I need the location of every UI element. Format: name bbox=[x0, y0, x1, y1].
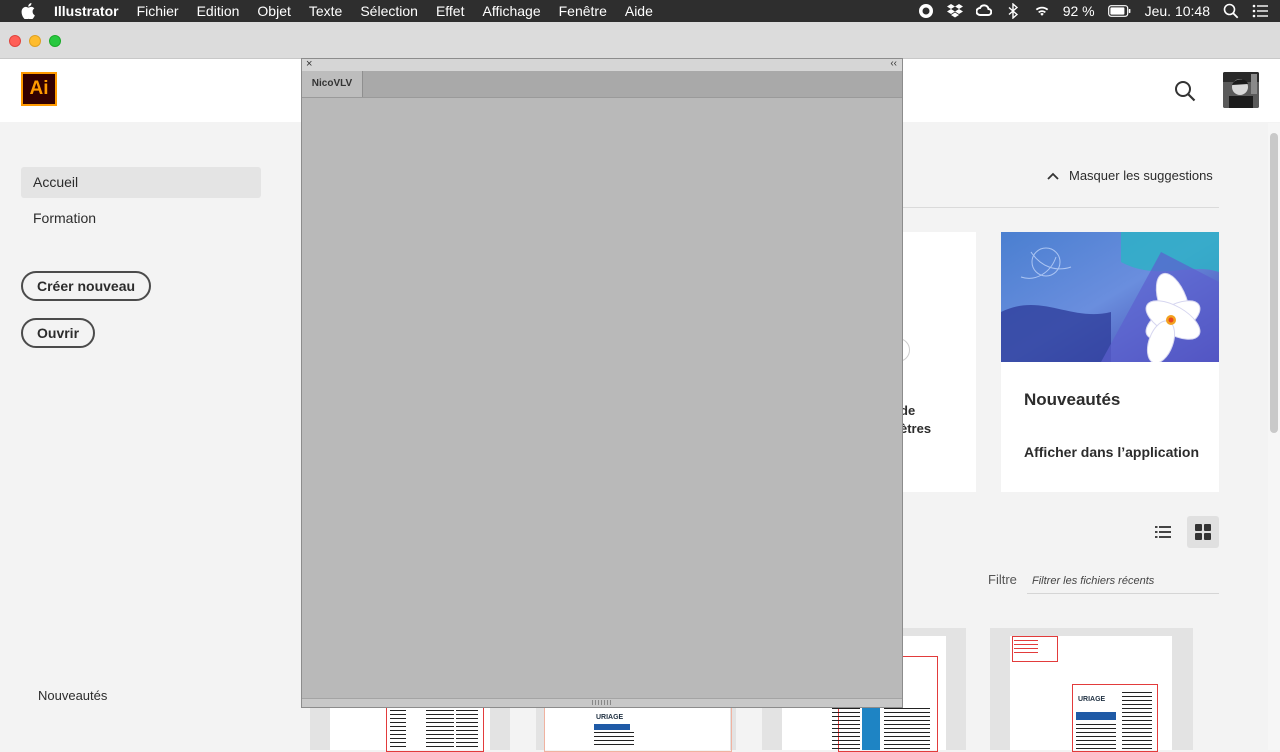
preview-blue-band bbox=[594, 724, 630, 730]
menu-affichage[interactable]: Affichage bbox=[482, 3, 540, 19]
preview-text-block bbox=[832, 708, 860, 750]
hide-suggestions-toggle[interactable]: Masquer les suggestions bbox=[1047, 168, 1213, 183]
scrollbar-thumb[interactable] bbox=[1270, 133, 1278, 433]
divider bbox=[900, 207, 1219, 208]
window-zoom-button[interactable] bbox=[49, 35, 61, 47]
preview-blue-band bbox=[1076, 712, 1116, 720]
content-scrollbar[interactable] bbox=[1268, 123, 1280, 750]
menu-texte[interactable]: Texte bbox=[309, 3, 342, 19]
create-new-button[interactable]: Créer nouveau bbox=[21, 271, 152, 301]
panel-tab-nicovlv[interactable]: NicoVLV bbox=[302, 71, 363, 97]
menu-selection[interactable]: Sélection bbox=[360, 3, 418, 19]
whats-new-card-title: Nouveautés bbox=[1024, 390, 1121, 409]
file-preview: URIAGE bbox=[1010, 636, 1172, 752]
preview-text-block bbox=[884, 708, 930, 750]
open-button[interactable]: Ouvrir bbox=[21, 318, 96, 348]
apple-icon[interactable] bbox=[21, 3, 35, 19]
grid-view-icon bbox=[1195, 524, 1211, 540]
menu-app-illustrator[interactable]: Illustrator bbox=[54, 3, 119, 19]
window-close-button[interactable] bbox=[9, 35, 21, 47]
dropbox-icon[interactable] bbox=[946, 3, 963, 19]
floating-panel[interactable]: × ‹‹ NicoVLV bbox=[301, 58, 903, 708]
whats-new-card[interactable]: Nouveautés Afficher dans l’application bbox=[1001, 232, 1219, 492]
menu-fichier[interactable]: Fichier bbox=[137, 3, 179, 19]
panel-resize-bar[interactable] bbox=[302, 698, 902, 707]
menu-fenetre[interactable]: Fenêtre bbox=[559, 3, 607, 19]
spotlight-search-icon[interactable] bbox=[1223, 3, 1239, 19]
recent-file-thumbnail[interactable]: URIAGE bbox=[990, 628, 1193, 752]
preview-text-block bbox=[390, 706, 406, 750]
menu-bar: Illustrator Fichier Edition Objet Texte … bbox=[0, 0, 1280, 22]
sidebar-whats-new-link[interactable]: Nouveautés bbox=[38, 688, 107, 703]
menu-effet[interactable]: Effet bbox=[436, 3, 465, 19]
preview-text-block bbox=[1076, 724, 1116, 750]
list-view-button[interactable] bbox=[1147, 516, 1179, 548]
search-icon[interactable] bbox=[1174, 80, 1196, 102]
menu-objet[interactable]: Objet bbox=[257, 3, 290, 19]
wifi-icon[interactable] bbox=[1034, 3, 1050, 19]
resize-grip-icon[interactable] bbox=[592, 700, 612, 705]
notification-center-icon[interactable] bbox=[1252, 3, 1268, 19]
preview-text-block bbox=[456, 706, 478, 750]
preview-blue-panel bbox=[862, 708, 880, 750]
filter-recent-files-input[interactable] bbox=[1027, 568, 1219, 594]
menu-aide[interactable]: Aide bbox=[625, 3, 653, 19]
battery-icon[interactable] bbox=[1107, 4, 1132, 18]
bluetooth-icon[interactable] bbox=[1005, 3, 1021, 19]
preview-brand-label: URIAGE bbox=[1078, 696, 1106, 703]
window-titlebar[interactable] bbox=[0, 22, 1280, 59]
hide-suggestions-label: Masquer les suggestions bbox=[1069, 168, 1213, 183]
preview-text-block bbox=[1122, 692, 1152, 750]
preview-text-block bbox=[1014, 640, 1038, 656]
avatar[interactable] bbox=[1223, 72, 1259, 108]
battery-percent: 92 % bbox=[1062, 3, 1095, 19]
sidebar-item-accueil[interactable]: Accueil bbox=[21, 167, 261, 198]
illustrator-logo: Ai bbox=[21, 72, 57, 106]
view-in-app-link[interactable]: Afficher dans l’application bbox=[1024, 444, 1199, 460]
grid-view-button[interactable] bbox=[1187, 516, 1219, 548]
panel-collapse-icon[interactable]: ‹‹ bbox=[890, 58, 897, 69]
filter-label: Filtre bbox=[988, 572, 1017, 587]
menubar-clock[interactable]: Jeu. 10:48 bbox=[1145, 3, 1210, 19]
window-minimize-button[interactable] bbox=[29, 35, 41, 47]
whats-new-illustration bbox=[1001, 232, 1219, 362]
creative-cloud-icon[interactable] bbox=[975, 3, 992, 19]
card-text-line-1: de bbox=[900, 403, 916, 418]
sidebar-item-formation[interactable]: Formation bbox=[21, 203, 261, 234]
card-text-line-2: ètres bbox=[900, 421, 932, 436]
status-area: 92 % Jeu. 10:48 bbox=[918, 0, 1268, 22]
menu-edition[interactable]: Edition bbox=[197, 3, 240, 19]
panel-tab-bar: NicoVLV bbox=[302, 71, 902, 98]
preview-text-block bbox=[594, 732, 634, 748]
preview-brand-label: URIAGE bbox=[596, 714, 624, 721]
list-view-icon bbox=[1155, 526, 1171, 538]
sync-icon[interactable] bbox=[918, 3, 934, 19]
preview-text-block bbox=[426, 706, 454, 750]
chevron-up-icon bbox=[1047, 172, 1059, 180]
avatar-photo bbox=[1223, 72, 1259, 108]
panel-close-icon[interactable]: × bbox=[306, 58, 312, 70]
card-text: de ètres bbox=[900, 402, 931, 438]
